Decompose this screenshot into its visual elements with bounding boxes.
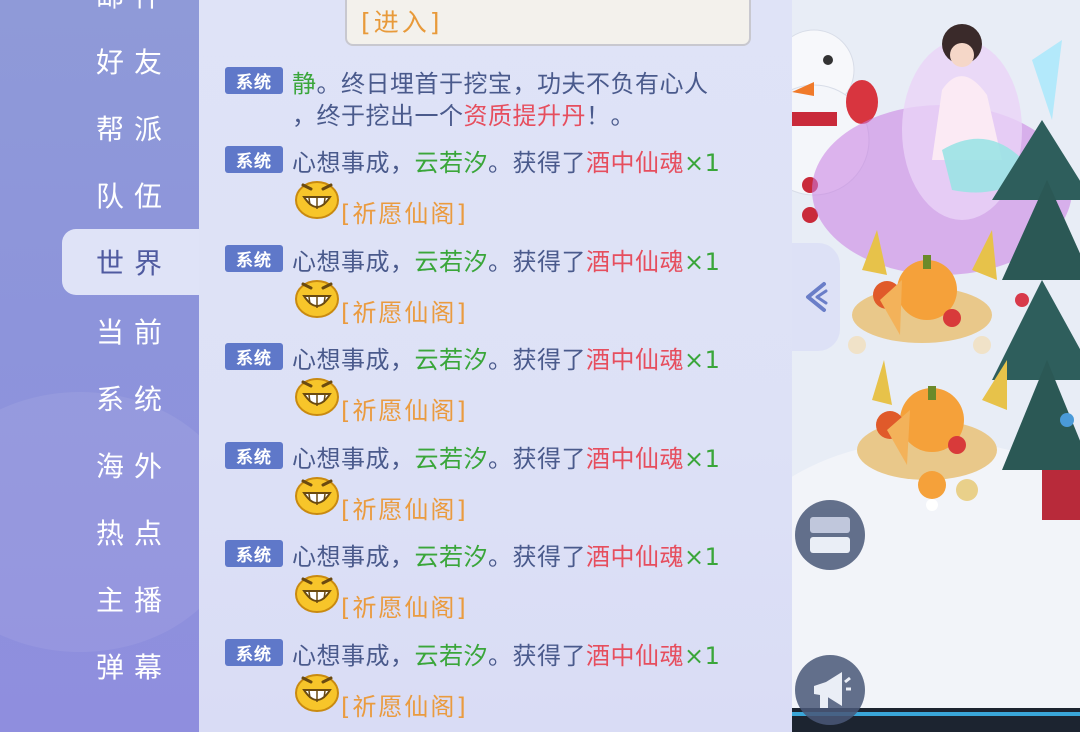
system-badge: 系统 (225, 245, 283, 272)
message-line: 心想事成，云若汐。获得了酒中仙魂×1 (292, 439, 720, 474)
tab-world[interactable]: 世界 (62, 229, 199, 295)
item-name[interactable]: 酒中仙魂 (586, 642, 684, 670)
tab-label: 邮件 (96, 0, 172, 15)
megaphone-icon (814, 672, 851, 708)
item-name[interactable]: 酒中仙魂 (586, 445, 684, 473)
system-badge: 系统 (225, 67, 283, 94)
message-text: 。获得了 (488, 445, 586, 473)
message-text: 。获得了 (488, 149, 586, 177)
tab-label: 系统 (96, 383, 173, 416)
message-text: 。获得了 (488, 642, 586, 670)
message-text: 。获得了 (488, 346, 586, 374)
item-count: ×1 (684, 543, 721, 571)
message-text: ！。 (586, 102, 635, 130)
message-line: 心想事成，云若汐。获得了酒中仙魂×1 (292, 636, 720, 671)
tab-label: 主播 (96, 584, 173, 617)
collapse-chat-button[interactable] (792, 243, 840, 351)
message-text: ，终于挖出一个 (292, 102, 464, 130)
item-name[interactable]: 资质提升丹 (464, 102, 587, 130)
tab-streamer[interactable]: 主播 (62, 566, 199, 632)
message-text: 心想事成， (292, 543, 415, 571)
grin-emoji-icon (294, 475, 340, 515)
item-count: ×1 (684, 149, 721, 177)
item-count: ×1 (684, 642, 721, 670)
message-line: 心想事成，云若汐。获得了酒中仙魂×1 (292, 143, 720, 178)
tab-system[interactable]: 系统 (62, 365, 199, 431)
message-text: 心想事成， (292, 642, 415, 670)
tab-label: 海外 (96, 450, 173, 483)
player-name[interactable]: 云若汐 (415, 642, 489, 670)
grin-emoji-icon (294, 573, 340, 613)
item-name[interactable]: 酒中仙魂 (586, 149, 684, 177)
player-name[interactable]: 云若汐 (415, 346, 489, 374)
collapse-arrow-icon (806, 282, 828, 312)
wish-pavilion-link[interactable]: [祈愿仙阁] (341, 687, 468, 722)
system-badge: 系统 (225, 146, 283, 173)
message-line: 静。终日埋首于挖宝，功夫不负有心人 (292, 64, 709, 99)
wish-pavilion-link[interactable]: [祈愿仙阁] (341, 490, 468, 525)
grin-emoji-icon (294, 376, 340, 416)
player-name[interactable]: 云若汐 (415, 248, 489, 276)
message-line: ，终于挖出一个资质提升丹！。 (292, 96, 635, 131)
player-name[interactable]: 静 (292, 70, 317, 98)
wish-pavilion-link[interactable]: [祈愿仙阁] (341, 194, 468, 229)
system-badge: 系统 (225, 442, 283, 469)
item-count: ×1 (684, 445, 721, 473)
tab-label: 热点 (96, 517, 173, 550)
pinned-notice: ▔▔▔▔▔▔▔▔▔▔▔▔▔▔▔ [进入] (345, 0, 751, 46)
tab-label: 队伍 (96, 180, 173, 213)
message-text: 心想事成， (292, 346, 415, 374)
tab-label: 好友 (96, 46, 173, 79)
scene-illustration (792, 0, 1080, 732)
tab-team[interactable]: 队伍 (62, 162, 199, 228)
message-text: 心想事成， (292, 445, 415, 473)
tab-label: 当前 (96, 316, 173, 349)
tab-overseas[interactable]: 海外 (62, 432, 199, 498)
grin-emoji-icon (294, 672, 340, 712)
grin-emoji-icon (294, 179, 340, 219)
grin-emoji-icon (294, 278, 340, 318)
chat-message-list[interactable]: ▔▔▔▔▔▔▔▔▔▔▔▔▔▔▔ [进入] 系统 静。终日埋首于挖宝，功夫不负有心… (199, 0, 792, 732)
channel-sidebar: 邮件 好友 帮派 队伍 世界 当前 系统 海外 热点 主播 弹幕 (0, 0, 199, 732)
window-toggle-icon (810, 517, 850, 553)
tab-label: 世界 (96, 247, 173, 280)
player-name[interactable]: 云若汐 (415, 543, 489, 571)
tab-current[interactable]: 当前 (62, 298, 199, 364)
item-name[interactable]: 酒中仙魂 (586, 248, 684, 276)
player-name[interactable]: 云若汐 (415, 445, 489, 473)
wish-pavilion-link[interactable]: [祈愿仙阁] (341, 293, 468, 328)
tab-hot[interactable]: 热点 (62, 499, 199, 565)
window-toggle-button[interactable] (795, 500, 865, 570)
system-badge: 系统 (225, 639, 283, 666)
system-badge: 系统 (225, 540, 283, 567)
megaphone-button[interactable] (795, 655, 865, 725)
item-count: ×1 (684, 346, 721, 374)
message-line: 心想事成，云若汐。获得了酒中仙魂×1 (292, 537, 720, 572)
wish-pavilion-link[interactable]: [祈愿仙阁] (341, 588, 468, 623)
game-scene (792, 0, 1080, 732)
message-text: 心想事成， (292, 149, 415, 177)
message-text: 。终日埋首于挖宝，功夫不负有心人 (316, 70, 709, 98)
item-name[interactable]: 酒中仙魂 (586, 543, 684, 571)
item-count: ×1 (684, 248, 721, 276)
message-line: 心想事成，云若汐。获得了酒中仙魂×1 (292, 340, 720, 375)
tab-danmaku[interactable]: 弹幕 (62, 633, 199, 699)
tab-mail[interactable]: 邮件 (62, 0, 199, 28)
system-badge: 系统 (225, 343, 283, 370)
tab-friends[interactable]: 好友 (62, 28, 199, 94)
player-name[interactable]: 云若汐 (415, 149, 489, 177)
message-text: 。获得了 (488, 543, 586, 571)
message-text: 心想事成， (292, 248, 415, 276)
message-line: 心想事成，云若汐。获得了酒中仙魂×1 (292, 242, 720, 277)
message-text: 。获得了 (488, 248, 586, 276)
wish-pavilion-link[interactable]: [祈愿仙阁] (341, 391, 468, 426)
tab-guild[interactable]: 帮派 (62, 95, 199, 161)
tab-label: 弹幕 (96, 651, 173, 684)
notice-enter-link[interactable]: [进入] (361, 3, 443, 39)
tab-label: 帮派 (96, 113, 173, 146)
item-name[interactable]: 酒中仙魂 (586, 346, 684, 374)
